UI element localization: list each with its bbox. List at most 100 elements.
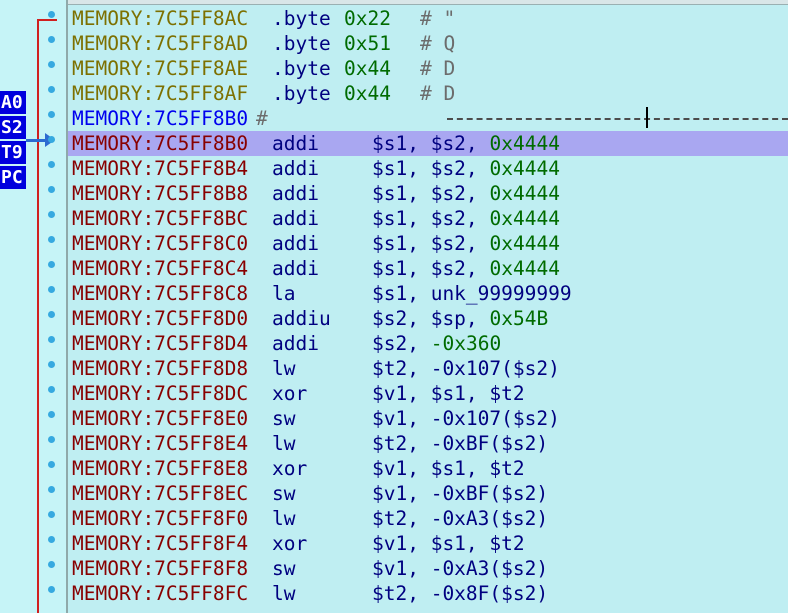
address-label[interactable]: MEMORY:7C5FF8C0 (72, 231, 248, 256)
breakpoint-dot-icon[interactable] (48, 11, 55, 18)
address-label[interactable]: MEMORY:7C5FF8DC (72, 381, 248, 406)
listing-row[interactable]: MEMORY:7C5FF8AD .byte 0x51 # Q (48, 31, 788, 56)
mnemonic[interactable]: sw (272, 556, 295, 581)
breakpoint-dot-icon[interactable] (48, 386, 55, 393)
mnemonic[interactable]: addiu (272, 306, 331, 331)
address-label[interactable]: MEMORY:7C5FF8F8 (72, 556, 248, 581)
mnemonic[interactable]: addi (272, 231, 319, 256)
address-label[interactable]: MEMORY:7C5FF8D8 (72, 356, 248, 381)
listing-row[interactable]: MEMORY:7C5FF8C4 addi $s1, $s2, 0x4444 (48, 256, 788, 281)
address-label[interactable]: MEMORY:7C5FF8BC (72, 206, 248, 231)
address-label[interactable]: MEMORY:7C5FF8AC (72, 6, 248, 31)
breakpoint-dot-icon[interactable] (48, 236, 55, 243)
immediate-value[interactable]: 0x4444 (490, 256, 560, 281)
operands[interactable]: $s1, $s2, (372, 181, 478, 206)
breakpoint-dot-icon[interactable] (48, 261, 55, 268)
operands[interactable]: $s1, $s2, (372, 156, 478, 181)
operands[interactable]: $s1, $s2, (372, 231, 478, 256)
disassembly-listing[interactable]: MEMORY:7C5FF8AC .byte 0x22 # " MEMORY:7C5FF8… (48, 6, 788, 613)
breakpoint-dot-icon[interactable] (48, 361, 55, 368)
mnemonic[interactable]: sw (272, 481, 295, 506)
mnemonic[interactable]: addi (272, 131, 319, 156)
address-label[interactable]: MEMORY:7C5FF8F4 (72, 531, 248, 556)
breakpoint-dot-icon[interactable] (48, 186, 55, 193)
address-label[interactable]: MEMORY:7C5FF8B0 (72, 131, 248, 156)
immediate-value[interactable]: 0x4444 (490, 156, 560, 181)
listing-row[interactable]: MEMORY:7C5FF8AE .byte 0x44 # D (48, 56, 788, 81)
breakpoint-dot-icon[interactable] (48, 161, 55, 168)
breakpoint-dot-icon[interactable] (48, 561, 55, 568)
listing-row[interactable]: MEMORY:7C5FF8DC xor $v1, $s1, $t2 (48, 381, 788, 406)
mnemonic[interactable]: lw (272, 431, 295, 456)
breakpoint-dot-icon[interactable] (48, 36, 55, 43)
address-label[interactable]: MEMORY:7C5FF8B0 (72, 106, 248, 131)
operands[interactable]: $s2, $sp, (372, 306, 478, 331)
immediate-value[interactable]: 0x4444 (490, 206, 560, 231)
breakpoint-dot-icon[interactable] (48, 136, 55, 143)
address-label[interactable]: MEMORY:7C5FF8B8 (72, 181, 248, 206)
operands[interactable]: $s1, $s2, (372, 256, 478, 281)
listing-row[interactable]: MEMORY:7C5FF8E4 lw $t2, -0xBF($s2) (48, 431, 788, 456)
operands[interactable]: $s1, unk_99999999 (372, 281, 572, 306)
operands[interactable]: $v1, $s1, $t2 (372, 381, 525, 406)
breakpoint-dot-icon[interactable] (48, 286, 55, 293)
mnemonic[interactable]: lw (272, 581, 295, 606)
mnemonic[interactable]: xor (272, 456, 307, 481)
listing-row[interactable]: MEMORY:7C5FF8D0 addiu $s2, $sp, 0x54B (48, 306, 788, 331)
listing-row[interactable]: MEMORY:7C5FF8AC .byte 0x22 # " (48, 6, 788, 31)
listing-row[interactable]: MEMORY:7C5FF8D4 addi $s2, -0x360 (48, 331, 788, 356)
operands[interactable]: $v1, -0x107($s2) (372, 406, 560, 431)
immediate-value[interactable]: 0x54B (490, 306, 549, 331)
listing-row-current[interactable]: MEMORY:7C5FF8B0 addi $s1, $s2, 0x4444 (48, 131, 788, 156)
operands[interactable]: $s1, $s2, (372, 131, 478, 156)
listing-row[interactable]: MEMORY:7C5FF8BC addi $s1, $s2, 0x4444 (48, 206, 788, 231)
operands[interactable]: $t2, -0x107($s2) (372, 356, 560, 381)
address-label[interactable]: MEMORY:7C5FF8E4 (72, 431, 248, 456)
mnemonic[interactable]: lw (272, 506, 295, 531)
listing-row[interactable]: MEMORY:7C5FF8F0 lw $t2, -0xA3($s2) (48, 506, 788, 531)
address-label[interactable]: MEMORY:7C5FF8C8 (72, 281, 248, 306)
operands[interactable]: $v1, -0xBF($s2) (372, 481, 548, 506)
register-label-a0[interactable]: A0 (0, 91, 26, 114)
breakpoint-dot-icon[interactable] (48, 336, 55, 343)
breakpoint-dot-icon[interactable] (48, 536, 55, 543)
mnemonic[interactable]: addi (272, 331, 319, 356)
breakpoint-dot-icon[interactable] (48, 461, 55, 468)
address-label[interactable]: MEMORY:7C5FF8B4 (72, 156, 248, 181)
operands[interactable]: $t2, -0xA3($s2) (372, 506, 548, 531)
listing-row[interactable]: MEMORY:7C5FF8F4 xor $v1, $s1, $t2 (48, 531, 788, 556)
immediate-value[interactable]: 0x4444 (490, 131, 560, 156)
immediate-value[interactable]: -0x360 (431, 331, 501, 356)
mnemonic[interactable]: lw (272, 356, 295, 381)
listing-row[interactable]: MEMORY:7C5FF8D8 lw $t2, -0x107($s2) (48, 356, 788, 381)
listing-row[interactable]: MEMORY:7C5FF8FC lw $t2, -0x8F($s2) (48, 581, 788, 606)
listing-row[interactable]: MEMORY:7C5FF8F8 sw $v1, -0xA3($s2) (48, 556, 788, 581)
address-label[interactable]: MEMORY:7C5FF8AF (72, 81, 248, 106)
listing-row[interactable]: MEMORY:7C5FF8B4 addi $s1, $s2, 0x4444 (48, 156, 788, 181)
address-label[interactable]: MEMORY:7C5FF8F0 (72, 506, 248, 531)
breakpoint-dot-icon[interactable] (48, 411, 55, 418)
breakpoint-dot-icon[interactable] (48, 61, 55, 68)
listing-row[interactable]: MEMORY:7C5FF8C8 la $s1, unk_99999999 (48, 281, 788, 306)
breakpoint-dot-icon[interactable] (48, 111, 55, 118)
breakpoint-dot-icon[interactable] (48, 311, 55, 318)
address-label[interactable]: MEMORY:7C5FF8AE (72, 56, 248, 81)
register-label-pc[interactable]: PC (0, 166, 26, 189)
address-label[interactable]: MEMORY:7C5FF8D0 (72, 306, 248, 331)
mnemonic[interactable]: addi (272, 256, 319, 281)
address-label[interactable]: MEMORY:7C5FF8D4 (72, 331, 248, 356)
operands[interactable]: $v1, $s1, $t2 (372, 531, 525, 556)
address-label[interactable]: MEMORY:7C5FF8AD (72, 31, 248, 56)
breakpoint-dot-icon[interactable] (48, 86, 55, 93)
breakpoint-dot-icon[interactable] (48, 511, 55, 518)
operands[interactable]: $s1, $s2, (372, 206, 478, 231)
address-label[interactable]: MEMORY:7C5FF8FC (72, 581, 248, 606)
operands[interactable]: $t2, -0xBF($s2) (372, 431, 548, 456)
mnemonic[interactable]: addi (272, 156, 319, 181)
listing-row[interactable]: MEMORY:7C5FF8AF .byte 0x44 # D (48, 81, 788, 106)
listing-row[interactable]: MEMORY:7C5FF8EC sw $v1, -0xBF($s2) (48, 481, 788, 506)
listing-row[interactable]: MEMORY:7C5FF8E0 sw $v1, -0x107($s2) (48, 406, 788, 431)
breakpoint-dot-icon[interactable] (48, 586, 55, 593)
address-label[interactable]: MEMORY:7C5FF8E0 (72, 406, 248, 431)
breakpoint-dot-icon[interactable] (48, 436, 55, 443)
